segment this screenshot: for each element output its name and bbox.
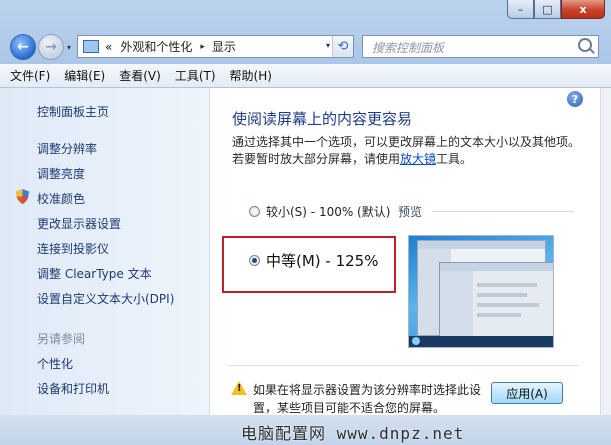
control-panel-icon [83,40,99,53]
breadcrumb-separator[interactable]: ▸ [200,42,205,52]
preview-label: 预览 [398,205,423,219]
title-bar: – □ x [0,0,611,30]
minimize-button[interactable]: – [507,0,534,19]
recent-pages-dropdown[interactable]: ▾ [67,43,71,52]
breadcrumb-display[interactable]: 显示 [212,38,236,55]
sidebar-item-control-panel-home[interactable]: 控制面板主页 [37,103,109,120]
back-button[interactable]: ← [10,34,36,60]
address-bar[interactable]: « 外观和个性化 ▸ 显示 ▾ [77,35,353,58]
arrow-left-icon: ← [17,39,29,55]
search-icon[interactable] [578,38,592,52]
sidebar-item-adjust-resolution[interactable]: 调整分辨率 [37,140,97,157]
option-smaller-label: 较小(S) - 100% (默认) [266,205,391,219]
watermark: 电脑配置网 www.dnpz.net [241,424,465,443]
menu-tools[interactable]: 工具(T) [175,67,216,84]
close-button[interactable]: x [561,0,605,19]
apply-button[interactable]: 应用(A) [491,382,563,404]
sidebar-item-personalization[interactable]: 个性化 [37,355,73,372]
caption-buttons: – □ x [507,0,605,19]
warning-icon [231,381,247,395]
preview-divider [432,211,574,212]
maximize-button[interactable]: □ [534,0,561,19]
radio-smaller[interactable] [249,206,260,217]
warning-divider [227,365,579,366]
magnifier-link[interactable]: 放大镜 [400,152,436,166]
sidebar-item-change-display-settings[interactable]: 更改显示器设置 [37,215,121,232]
arrow-right-icon: → [45,39,57,55]
help-icon[interactable]: ? [567,91,583,107]
warning-text: 如果在将显示器设置为该分辨率时选择此设置，某些项目可能不适合您的屏幕。 [253,383,482,415]
description-text-end: 工具。 [436,152,473,166]
sidebar-item-adjust-brightness[interactable]: 调整亮度 [37,165,85,182]
menu-file[interactable]: 文件(F) [10,67,50,84]
forward-button[interactable]: → [38,34,64,60]
shield-icon [16,189,29,204]
menu-edit[interactable]: 编辑(E) [64,67,105,84]
vertical-scrollbar[interactable] [600,88,611,415]
sidebar-item-devices-printers[interactable]: 设备和打印机 [37,380,109,397]
option-smaller[interactable]: 较小(S) - 100% (默认) [249,203,390,220]
radio-medium[interactable] [249,255,260,266]
search-input[interactable]: 搜索控制面板 [362,35,599,58]
breadcrumb-appearance[interactable]: 外观和个性化 [120,38,192,55]
preview-taskbar [409,336,553,347]
option-medium[interactable]: 中等(M) - 125% [249,250,378,271]
window: – □ x ← → ▾ « 外观和个性化 ▸ 显示 ▾ ⟲ 搜索控制面板 文件(… [0,0,611,445]
search-placeholder: 搜索控制面板 [372,41,445,55]
preview-image [408,235,554,348]
navigation-bar: ← → ▾ « 外观和个性化 ▸ 显示 ▾ ⟲ 搜索控制面板 [0,30,611,64]
see-also-heading: 另请参阅 [37,332,86,346]
menu-bar: 文件(F) 编辑(E) 查看(V) 工具(T) 帮助(H) [0,64,611,88]
menu-view[interactable]: 查看(V) [119,67,161,84]
sidebar-item-calibrate-color[interactable]: 校准颜色 [37,190,85,207]
sidebar-item-connect-projector[interactable]: 连接到投影仪 [37,240,109,257]
sidebar: 控制面板主页 调整分辨率 调整亮度 校准颜色 更改显示器设置 连接到投影仪 调整… [0,88,210,415]
breadcrumb-overflow[interactable]: « [105,40,112,54]
page-description: 通过选择其中一个选项，可以更改屏幕上的文本大小以及其他项。若要暂时放大部分屏幕，… [232,134,580,168]
refresh-icon: ⟲ [337,39,349,54]
chevron-down-icon[interactable]: ▾ [326,41,330,50]
option-medium-label: 中等(M) - 125% [266,252,379,270]
refresh-button[interactable]: ⟲ [332,35,354,58]
sidebar-item-cleartype[interactable]: 调整 ClearType 文本 [37,265,152,282]
menu-help[interactable]: 帮助(H) [230,67,272,84]
page-title: 使阅读屏幕上的内容更容易 [232,110,413,128]
sidebar-item-custom-dpi[interactable]: 设置自定义文本大小(DPI) [37,290,174,307]
